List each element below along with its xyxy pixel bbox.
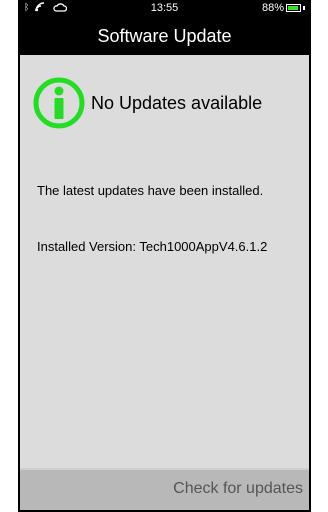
- check-for-updates-button[interactable]: Check for updates: [173, 480, 303, 498]
- status-message: The latest updates have been installed.: [37, 183, 264, 198]
- installed-version: Installed Version: Tech1000AppV4.6.1.2: [37, 239, 268, 254]
- main-content: No Updates available The latest updates …: [20, 55, 309, 468]
- update-status: No Updates available: [33, 77, 262, 129]
- info-icon: [33, 77, 85, 129]
- status-bar: ᛒ 13:55 88%: [20, 0, 309, 17]
- battery-fill: [288, 6, 298, 10]
- page-title: Software Update: [20, 17, 309, 55]
- device-screen: ᛒ 13:55 88% Software Update No Updates a…: [18, 0, 311, 512]
- status-headline: No Updates available: [91, 92, 263, 113]
- battery-tip: [303, 6, 305, 10]
- battery-status: 88%: [262, 2, 305, 14]
- battery-percent: 88%: [261, 2, 284, 14]
- battery-icon: [286, 4, 301, 12]
- bottom-bar: Check for updates: [20, 468, 309, 510]
